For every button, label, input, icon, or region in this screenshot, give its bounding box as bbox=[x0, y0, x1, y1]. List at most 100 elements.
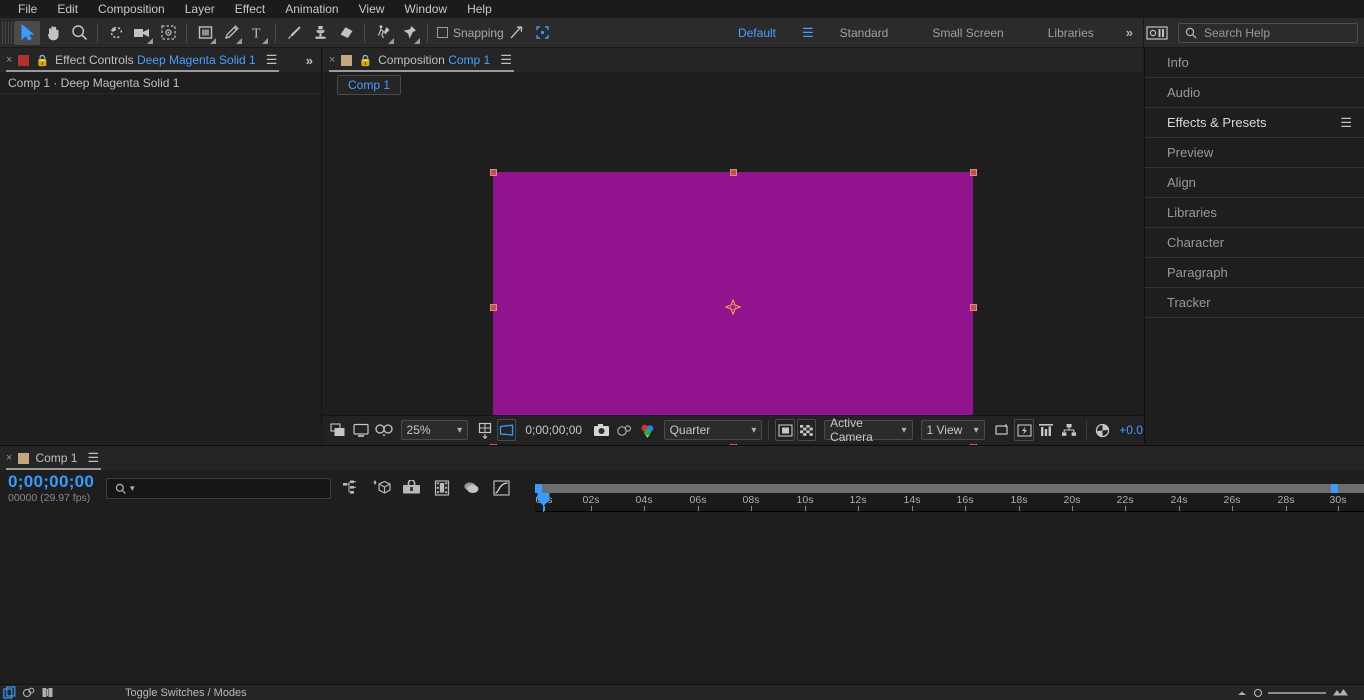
zoom-level-dropdown[interactable]: 25% ▾ bbox=[401, 420, 469, 440]
main-viewer-icon[interactable] bbox=[351, 419, 372, 441]
selection-handle-ml[interactable] bbox=[490, 304, 497, 311]
work-area-end-handle[interactable] bbox=[1331, 484, 1338, 493]
draft-3d-icon[interactable] bbox=[372, 478, 391, 497]
type-tool[interactable]: T bbox=[244, 21, 270, 45]
menu-item-layer[interactable]: Layer bbox=[175, 0, 225, 18]
motion-blur-icon[interactable] bbox=[462, 478, 481, 497]
panel-menu-icon[interactable]: ☰ bbox=[266, 52, 278, 68]
menu-item-help[interactable]: Help bbox=[457, 0, 502, 18]
snapshot-icon[interactable] bbox=[591, 419, 612, 441]
motion-blur-toggle-icon[interactable] bbox=[19, 685, 38, 700]
snapping-checkbox[interactable] bbox=[437, 27, 448, 38]
frame-blending-icon[interactable] bbox=[432, 478, 451, 497]
timeline-search-input[interactable]: ▾ bbox=[106, 478, 331, 499]
hand-tool[interactable] bbox=[40, 21, 66, 45]
rotation-tool[interactable] bbox=[103, 21, 129, 45]
sidebar-item-align[interactable]: Align bbox=[1145, 168, 1364, 198]
exposure-icon[interactable] bbox=[1092, 419, 1113, 441]
snapping-toggle[interactable]: Snapping bbox=[437, 26, 504, 40]
workspace-settings-icon[interactable] bbox=[1144, 23, 1170, 43]
3d-renderer-icon[interactable] bbox=[1059, 419, 1080, 441]
fast-previews-icon[interactable] bbox=[1014, 419, 1033, 441]
selection-handle-mr[interactable] bbox=[970, 304, 977, 311]
menu-item-effect[interactable]: Effect bbox=[225, 0, 275, 18]
sidebar-item-libraries[interactable]: Libraries bbox=[1145, 198, 1364, 228]
camera-orbit-tool[interactable] bbox=[129, 21, 155, 45]
view-layout-dropdown[interactable]: 1 View ▾ bbox=[921, 420, 985, 440]
menu-item-view[interactable]: View bbox=[349, 0, 395, 18]
shape-tool[interactable] bbox=[192, 21, 218, 45]
sidebar-item-preview[interactable]: Preview bbox=[1145, 138, 1364, 168]
timeline-graph-icon[interactable] bbox=[1036, 419, 1057, 441]
menu-item-animation[interactable]: Animation bbox=[275, 0, 348, 18]
tab-composition[interactable]: × 🔒 Composition Comp 1 ☰ bbox=[323, 48, 520, 72]
work-area-bar[interactable] bbox=[535, 484, 1364, 493]
pixel-aspect-correction-icon[interactable] bbox=[992, 419, 1013, 441]
pan-behind-tool[interactable] bbox=[155, 21, 181, 45]
panel-menu-icon[interactable]: ☰ bbox=[500, 52, 512, 68]
3d-glasses-icon[interactable] bbox=[374, 419, 395, 441]
zoom-in-icon[interactable] bbox=[1332, 688, 1348, 697]
timeline-zoom-slider[interactable] bbox=[1236, 688, 1348, 697]
pixel-aspect-icon[interactable] bbox=[38, 685, 57, 700]
toggle-transparency-grid-icon[interactable] bbox=[775, 419, 794, 441]
resolution-dropdown[interactable]: Quarter ▾ bbox=[664, 420, 763, 440]
toolbar-grip[interactable] bbox=[2, 22, 12, 44]
toggle-switches-modes-button[interactable]: Toggle Switches / Modes bbox=[125, 687, 247, 699]
workspace-standard[interactable]: Standard bbox=[818, 26, 911, 40]
snap-arrow-icon[interactable] bbox=[504, 21, 530, 45]
pen-tool[interactable] bbox=[218, 21, 244, 45]
menu-item-window[interactable]: Window bbox=[394, 0, 457, 18]
selection-handle-tr[interactable] bbox=[970, 169, 977, 176]
clone-stamp-tool[interactable] bbox=[307, 21, 333, 45]
current-time-indicator[interactable] bbox=[537, 484, 550, 512]
effect-controls-overflow-icon[interactable]: » bbox=[306, 53, 313, 68]
panel-menu-icon[interactable]: ☰ bbox=[87, 450, 99, 466]
breadcrumb-comp1[interactable]: Comp 1 bbox=[337, 75, 401, 95]
selection-handle-tl[interactable] bbox=[490, 169, 497, 176]
brush-tool[interactable] bbox=[281, 21, 307, 45]
channel-icon[interactable] bbox=[637, 419, 658, 441]
always-preview-icon[interactable] bbox=[328, 419, 349, 441]
lock-icon[interactable]: 🔒 bbox=[358, 54, 372, 67]
zoom-slider-track[interactable] bbox=[1268, 692, 1326, 694]
frame-render-icon[interactable] bbox=[0, 685, 19, 700]
close-icon[interactable]: × bbox=[6, 452, 12, 464]
puppet-pin-tool[interactable] bbox=[396, 21, 422, 45]
sidebar-item-info[interactable]: Info bbox=[1145, 48, 1364, 78]
workspace-libraries[interactable]: Libraries bbox=[1026, 26, 1116, 40]
transparency-checker-icon[interactable] bbox=[797, 419, 816, 441]
workspace-small-screen[interactable]: Small Screen bbox=[910, 26, 1025, 40]
zoom-out-icon[interactable] bbox=[1236, 689, 1248, 697]
snap-bounds-icon[interactable] bbox=[530, 21, 556, 45]
graph-editor-icon[interactable] bbox=[492, 478, 511, 497]
anchor-point-icon[interactable] bbox=[725, 299, 741, 315]
current-timecode[interactable]: 0;00;00;00 bbox=[518, 423, 589, 437]
search-help-field[interactable]: Search Help bbox=[1178, 23, 1358, 43]
timeline-current-timecode[interactable]: 0;00;00;00 bbox=[8, 472, 94, 492]
tab-effect-controls[interactable]: × 🔒 Effect Controls Deep Magenta Solid 1… bbox=[0, 48, 285, 72]
close-icon[interactable]: × bbox=[6, 54, 12, 66]
zoom-tool[interactable] bbox=[66, 21, 92, 45]
close-icon[interactable]: × bbox=[329, 54, 335, 66]
hide-shy-layers-icon[interactable] bbox=[402, 478, 421, 497]
composition-mini-flowchart-icon[interactable] bbox=[342, 478, 361, 497]
selection-handle-tc[interactable] bbox=[730, 169, 737, 176]
tab-timeline-comp1[interactable]: × Comp 1 ☰ bbox=[0, 446, 107, 470]
region-of-interest-icon[interactable] bbox=[474, 419, 495, 441]
mask-transparency-icon[interactable] bbox=[497, 419, 516, 441]
roto-brush-tool[interactable] bbox=[370, 21, 396, 45]
eraser-tool[interactable] bbox=[333, 21, 359, 45]
panel-menu-icon[interactable]: ☰ bbox=[1340, 115, 1352, 131]
workspace-default[interactable]: Default bbox=[716, 26, 798, 40]
menu-item-edit[interactable]: Edit bbox=[47, 0, 88, 18]
sidebar-item-tracker[interactable]: Tracker bbox=[1145, 288, 1364, 318]
show-snapshot-icon[interactable] bbox=[614, 419, 635, 441]
zoom-slider-knob[interactable] bbox=[1254, 689, 1262, 697]
timeline-ruler[interactable]: 00s 02s 04s 06s 08s 10s 12s 14s 16s 18s … bbox=[535, 484, 1364, 512]
workspace-overflow-icon[interactable]: » bbox=[1116, 25, 1143, 40]
lock-icon[interactable]: 🔒 bbox=[35, 54, 49, 67]
sidebar-item-audio[interactable]: Audio bbox=[1145, 78, 1364, 108]
workspace-menu-icon[interactable]: ☰ bbox=[798, 25, 818, 41]
menu-item-composition[interactable]: Composition bbox=[88, 0, 175, 18]
